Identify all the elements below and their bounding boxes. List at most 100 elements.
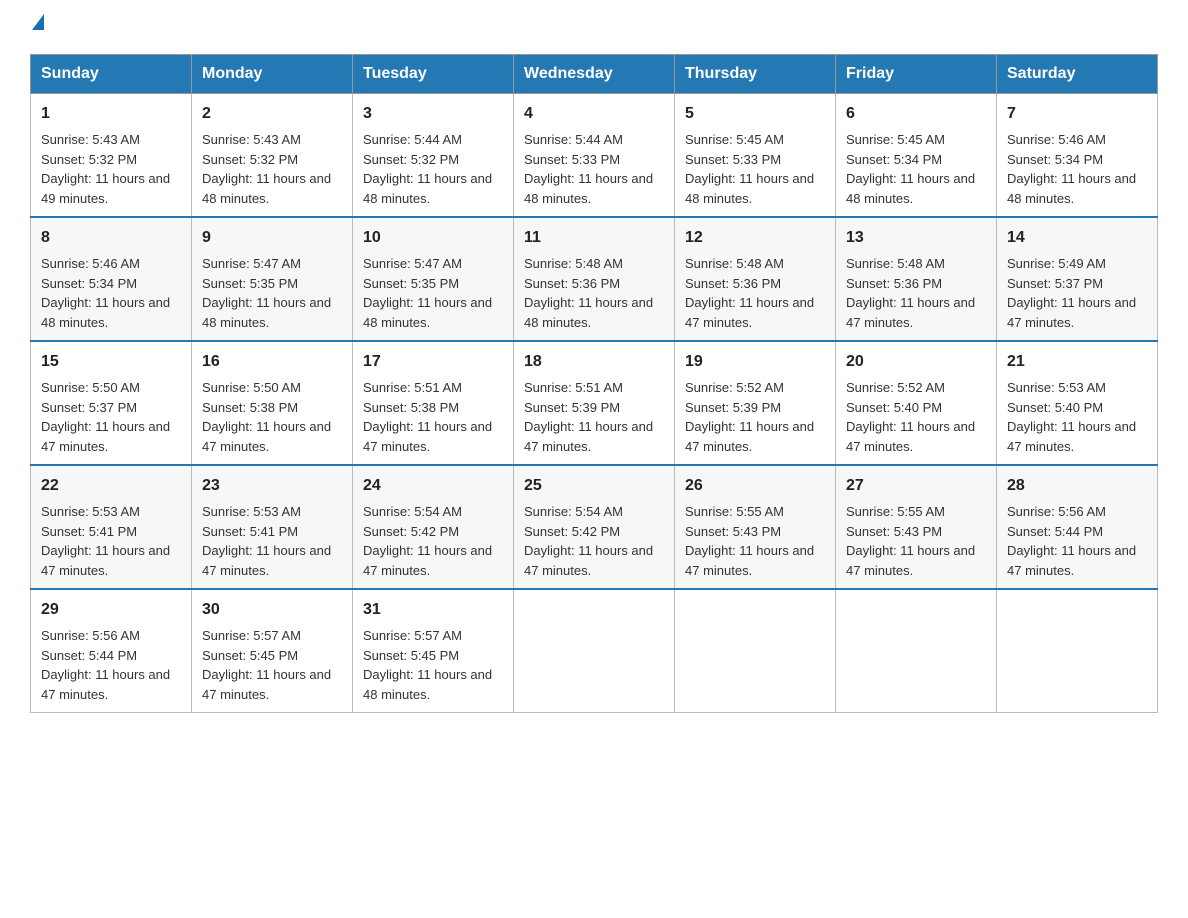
weekday-header-sunday: Sunday [31,55,192,94]
calendar-cell: 19 Sunrise: 5:52 AMSunset: 5:39 PMDayligh… [675,341,836,465]
day-number: 28 [1007,474,1147,498]
day-info: Sunrise: 5:47 AMSunset: 5:35 PMDaylight:… [202,254,342,332]
calendar-week-row: 22 Sunrise: 5:53 AMSunset: 5:41 PMDayligh… [31,465,1158,589]
day-number: 30 [202,598,342,622]
calendar-cell: 10 Sunrise: 5:47 AMSunset: 5:35 PMDayligh… [353,217,514,341]
day-info: Sunrise: 5:52 AMSunset: 5:39 PMDaylight:… [685,378,825,456]
calendar-cell: 14 Sunrise: 5:49 AMSunset: 5:37 PMDayligh… [997,217,1158,341]
day-number: 31 [363,598,503,622]
day-number: 25 [524,474,664,498]
calendar-cell: 6 Sunrise: 5:45 AMSunset: 5:34 PMDaylight… [836,94,997,218]
day-number: 15 [41,350,181,374]
day-info: Sunrise: 5:54 AMSunset: 5:42 PMDaylight:… [363,502,503,580]
weekday-header-wednesday: Wednesday [514,55,675,94]
day-number: 11 [524,226,664,250]
day-number: 12 [685,226,825,250]
calendar-cell: 4 Sunrise: 5:44 AMSunset: 5:33 PMDaylight… [514,94,675,218]
calendar-cell: 30 Sunrise: 5:57 AMSunset: 5:45 PMDayligh… [192,589,353,713]
day-info: Sunrise: 5:45 AMSunset: 5:33 PMDaylight:… [685,130,825,208]
day-info: Sunrise: 5:53 AMSunset: 5:40 PMDaylight:… [1007,378,1147,456]
day-info: Sunrise: 5:44 AMSunset: 5:33 PMDaylight:… [524,130,664,208]
calendar-cell: 26 Sunrise: 5:55 AMSunset: 5:43 PMDayligh… [675,465,836,589]
day-number: 18 [524,350,664,374]
day-info: Sunrise: 5:50 AMSunset: 5:37 PMDaylight:… [41,378,181,456]
day-number: 10 [363,226,503,250]
calendar-week-row: 8 Sunrise: 5:46 AMSunset: 5:34 PMDaylight… [31,217,1158,341]
calendar-cell: 12 Sunrise: 5:48 AMSunset: 5:36 PMDayligh… [675,217,836,341]
calendar-cell: 1Sunrise: 5:43 AMSunset: 5:32 PMDaylight… [31,94,192,218]
day-number: 5 [685,102,825,126]
day-info: Sunrise: 5:53 AMSunset: 5:41 PMDaylight:… [202,502,342,580]
day-number: 13 [846,226,986,250]
day-info: Sunrise: 5:48 AMSunset: 5:36 PMDaylight:… [524,254,664,332]
weekday-header-tuesday: Tuesday [353,55,514,94]
calendar-cell: 11 Sunrise: 5:48 AMSunset: 5:36 PMDayligh… [514,217,675,341]
calendar-week-row: 1Sunrise: 5:43 AMSunset: 5:32 PMDaylight… [31,94,1158,218]
day-number: 20 [846,350,986,374]
day-number: 21 [1007,350,1147,374]
day-info: Sunrise: 5:46 AMSunset: 5:34 PMDaylight:… [41,254,181,332]
day-number: 29 [41,598,181,622]
calendar-cell: 24 Sunrise: 5:54 AMSunset: 5:42 PMDayligh… [353,465,514,589]
calendar-cell: 16 Sunrise: 5:50 AMSunset: 5:38 PMDayligh… [192,341,353,465]
calendar-cell: 5 Sunrise: 5:45 AMSunset: 5:33 PMDaylight… [675,94,836,218]
calendar-cell: 29 Sunrise: 5:56 AMSunset: 5:44 PMDayligh… [31,589,192,713]
calendar-cell [675,589,836,713]
day-info: Sunrise: 5:53 AMSunset: 5:41 PMDaylight:… [41,502,181,580]
calendar-cell: 23Sunrise: 5:53 AMSunset: 5:41 PMDayligh… [192,465,353,589]
calendar-cell: 7 Sunrise: 5:46 AMSunset: 5:34 PMDaylight… [997,94,1158,218]
day-number: 22 [41,474,181,498]
calendar-cell [836,589,997,713]
day-info: Sunrise: 5:46 AMSunset: 5:34 PMDaylight:… [1007,130,1147,208]
day-info: Sunrise: 5:54 AMSunset: 5:42 PMDaylight:… [524,502,664,580]
logo-triangle-icon [32,14,44,30]
page-header [30,20,1158,36]
calendar-cell: 25 Sunrise: 5:54 AMSunset: 5:42 PMDayligh… [514,465,675,589]
calendar-cell: 15 Sunrise: 5:50 AMSunset: 5:37 PMDayligh… [31,341,192,465]
calendar-cell: 31Sunrise: 5:57 AMSunset: 5:45 PMDayligh… [353,589,514,713]
calendar-cell: 3Sunrise: 5:44 AMSunset: 5:32 PMDaylight… [353,94,514,218]
calendar-cell: 27 Sunrise: 5:55 AMSunset: 5:43 PMDayligh… [836,465,997,589]
day-number: 26 [685,474,825,498]
day-info: Sunrise: 5:43 AMSunset: 5:32 PMDaylight:… [202,130,342,208]
day-number: 2 [202,102,342,126]
day-info: Sunrise: 5:55 AMSunset: 5:43 PMDaylight:… [685,502,825,580]
day-number: 24 [363,474,503,498]
calendar-cell: 28 Sunrise: 5:56 AMSunset: 5:44 PMDayligh… [997,465,1158,589]
day-number: 14 [1007,226,1147,250]
day-number: 4 [524,102,664,126]
day-number: 7 [1007,102,1147,126]
calendar-cell: 22 Sunrise: 5:53 AMSunset: 5:41 PMDayligh… [31,465,192,589]
day-info: Sunrise: 5:55 AMSunset: 5:43 PMDaylight:… [846,502,986,580]
logo [30,20,44,36]
day-number: 19 [685,350,825,374]
day-info: Sunrise: 5:51 AMSunset: 5:38 PMDaylight:… [363,378,503,456]
day-info: Sunrise: 5:47 AMSunset: 5:35 PMDaylight:… [363,254,503,332]
day-info: Sunrise: 5:56 AMSunset: 5:44 PMDaylight:… [1007,502,1147,580]
day-number: 16 [202,350,342,374]
weekday-header-thursday: Thursday [675,55,836,94]
day-info: Sunrise: 5:51 AMSunset: 5:39 PMDaylight:… [524,378,664,456]
day-info: Sunrise: 5:57 AMSunset: 5:45 PMDaylight:… [202,626,342,704]
calendar-week-row: 29 Sunrise: 5:56 AMSunset: 5:44 PMDayligh… [31,589,1158,713]
day-info: Sunrise: 5:45 AMSunset: 5:34 PMDaylight:… [846,130,986,208]
calendar-cell: 18 Sunrise: 5:51 AMSunset: 5:39 PMDayligh… [514,341,675,465]
day-info: Sunrise: 5:49 AMSunset: 5:37 PMDaylight:… [1007,254,1147,332]
calendar-cell: 2 Sunrise: 5:43 AMSunset: 5:32 PMDaylight… [192,94,353,218]
calendar-cell: 13Sunrise: 5:48 AMSunset: 5:36 PMDayligh… [836,217,997,341]
day-info: Sunrise: 5:48 AMSunset: 5:36 PMDaylight:… [685,254,825,332]
calendar-cell: 8 Sunrise: 5:46 AMSunset: 5:34 PMDaylight… [31,217,192,341]
weekday-header-saturday: Saturday [997,55,1158,94]
weekday-header-friday: Friday [836,55,997,94]
day-number: 8 [41,226,181,250]
weekday-header-monday: Monday [192,55,353,94]
calendar-cell: 9Sunrise: 5:47 AMSunset: 5:35 PMDaylight… [192,217,353,341]
day-info: Sunrise: 5:56 AMSunset: 5:44 PMDaylight:… [41,626,181,704]
day-info: Sunrise: 5:44 AMSunset: 5:32 PMDaylight:… [363,130,503,208]
day-number: 27 [846,474,986,498]
day-number: 6 [846,102,986,126]
calendar-week-row: 15 Sunrise: 5:50 AMSunset: 5:37 PMDayligh… [31,341,1158,465]
calendar-cell [997,589,1158,713]
day-info: Sunrise: 5:50 AMSunset: 5:38 PMDaylight:… [202,378,342,456]
day-info: Sunrise: 5:52 AMSunset: 5:40 PMDaylight:… [846,378,986,456]
